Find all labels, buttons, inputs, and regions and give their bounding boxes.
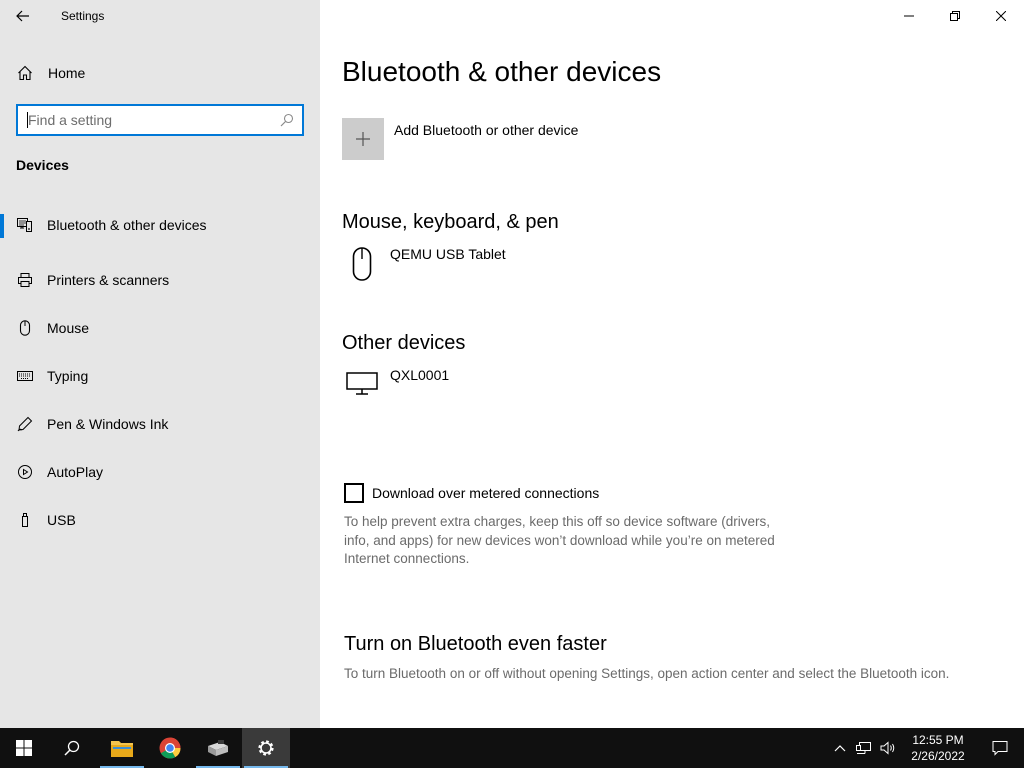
close-icon [996, 11, 1006, 21]
sidebar: Settings Home Devices Bluetooth & other … [0, 0, 320, 728]
show-hidden-icons-button[interactable] [828, 728, 852, 768]
network-icon [856, 742, 871, 754]
sidebar-item-label: Bluetooth & other devices [47, 217, 207, 233]
sidebar-item-usb[interactable]: USB [0, 496, 320, 544]
add-tile[interactable] [342, 118, 384, 160]
file-explorer-button[interactable] [98, 728, 146, 768]
device-item[interactable]: QXL0001 [342, 367, 449, 403]
windows-logo-icon [16, 740, 32, 756]
metered-help-text: To help prevent extra charges, keep this… [344, 514, 775, 566]
printer-icon [16, 271, 34, 289]
sidebar-item-typing[interactable]: Typing [0, 352, 320, 400]
device-item[interactable]: QEMU USB Tablet [342, 246, 506, 282]
clock-time: 12:55 PM [912, 733, 964, 747]
sidebar-item-label: Mouse [47, 320, 90, 336]
mouse-icon [342, 246, 382, 282]
sidebar-item-bluetooth[interactable]: Bluetooth & other devices [0, 208, 320, 242]
app-title: Settings [61, 9, 105, 23]
chevron-up-icon [834, 745, 846, 752]
back-arrow-icon [16, 10, 29, 22]
sidebar-item-label: USB [47, 512, 76, 528]
volume-button[interactable] [876, 728, 900, 768]
section-title: Devices [16, 157, 69, 173]
text-caret [27, 112, 28, 128]
sidebar-item-home[interactable]: Home [0, 57, 320, 89]
device-name: QXL0001 [390, 367, 450, 383]
title-bar: Settings [0, 0, 320, 32]
group-title-mouse-keyboard: Mouse, keyboard, & pen [342, 211, 559, 233]
app-button[interactable] [194, 728, 242, 768]
main-content: Bluetooth & other devices Add Bluetooth … [320, 0, 1024, 728]
bluetooth-faster-text: To turn Bluetooth on or off without open… [344, 666, 950, 681]
sidebar-item-label: Printers & scanners [47, 272, 170, 288]
close-button[interactable] [978, 0, 1024, 32]
taskbar: 12:55 PM 2/26/2022 [0, 728, 1024, 768]
page-title: Bluetooth & other devices [342, 56, 662, 87]
chrome-button[interactable] [146, 728, 194, 768]
restore-button[interactable] [932, 0, 978, 32]
nav-list: Bluetooth & other devices Printers & sca… [0, 208, 320, 544]
plus-icon [356, 132, 370, 146]
notification-icon [992, 741, 1008, 756]
network-button[interactable] [852, 728, 876, 768]
settings-taskbar-button[interactable] [242, 728, 290, 768]
autoplay-icon [16, 463, 34, 481]
group-title-other-devices: Other devices [342, 332, 466, 354]
restore-icon [950, 11, 960, 21]
start-button[interactable] [0, 728, 48, 768]
sidebar-item-autoplay[interactable]: AutoPlay [0, 448, 320, 496]
chrome-icon [159, 737, 181, 759]
clock-date: 2/26/2022 [911, 749, 965, 763]
sidebar-item-printers[interactable]: Printers & scanners [0, 256, 320, 304]
pen-icon [16, 415, 34, 433]
mouse-icon [16, 319, 34, 337]
checkbox-box[interactable] [344, 483, 364, 503]
keyboard-icon [16, 367, 34, 385]
sidebar-item-label: Pen & Windows Ink [47, 416, 169, 432]
search-input[interactable] [18, 106, 272, 134]
sidebar-item-pen[interactable]: Pen & Windows Ink [0, 400, 320, 448]
monitor-icon [342, 367, 382, 403]
app-icon [208, 740, 228, 756]
clock[interactable]: 12:55 PM 2/26/2022 [900, 732, 976, 764]
search-icon[interactable] [272, 113, 302, 127]
metered-connections-checkbox[interactable]: Download over metered connections [344, 483, 599, 503]
minimize-button[interactable] [886, 0, 932, 32]
sidebar-item-mouse[interactable]: Mouse [0, 304, 320, 352]
action-center-button[interactable] [976, 728, 1024, 768]
volume-icon [880, 741, 895, 755]
add-device-label: Add Bluetooth or other device [394, 122, 579, 138]
window-controls [886, 0, 1024, 32]
minimize-icon [904, 15, 914, 17]
gear-icon [258, 740, 274, 756]
bluetooth-devices-icon [16, 216, 34, 234]
add-device-button[interactable]: Add Bluetooth or other device [342, 118, 578, 160]
device-name: QEMU USB Tablet [390, 246, 506, 262]
home-icon [16, 64, 34, 82]
search-icon [64, 740, 80, 756]
folder-icon [111, 741, 133, 757]
search-taskbar-button[interactable] [48, 728, 96, 768]
checkbox-label: Download over metered connections [372, 485, 600, 501]
home-label: Home [48, 65, 86, 81]
sidebar-item-label: AutoPlay [47, 464, 104, 480]
system-tray: 12:55 PM 2/26/2022 [828, 728, 1024, 768]
search-box[interactable] [16, 104, 304, 136]
back-button[interactable] [0, 0, 46, 32]
usb-icon [16, 511, 34, 529]
sidebar-item-label: Typing [47, 368, 89, 384]
bluetooth-faster-title: Turn on Bluetooth even faster [344, 633, 607, 655]
